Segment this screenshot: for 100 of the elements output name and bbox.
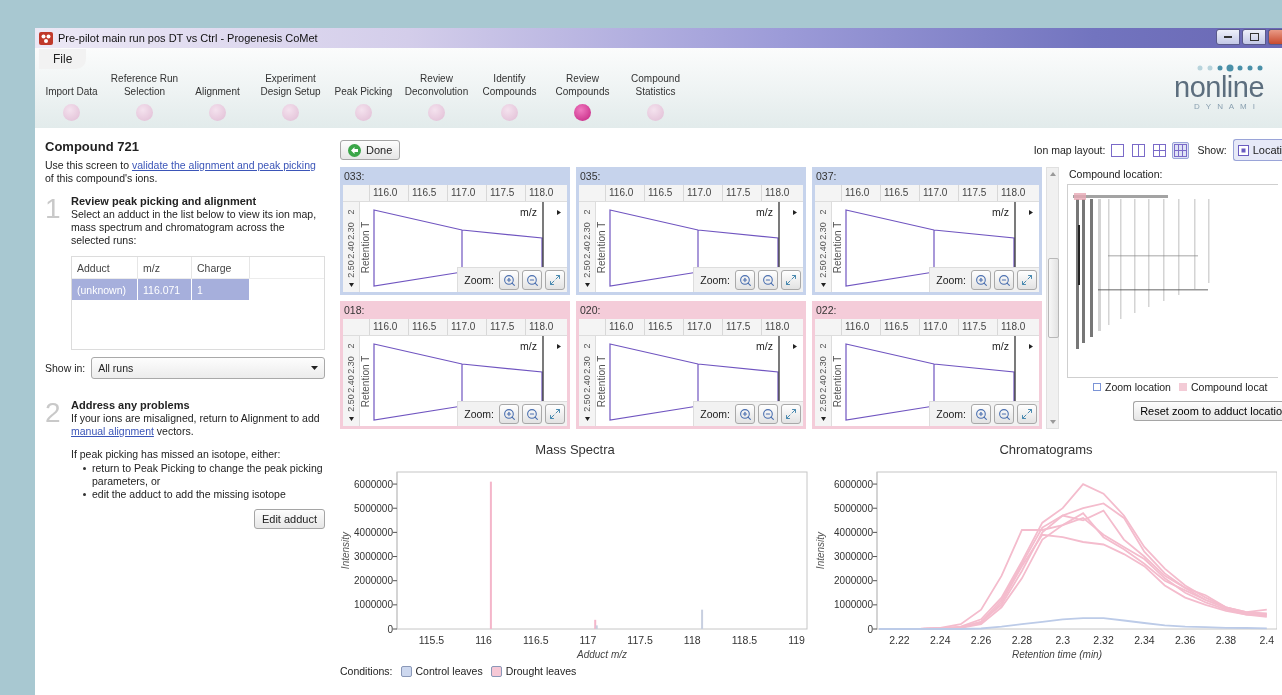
zoom-label: Zoom: — [936, 274, 966, 286]
axis-tick-label: 118 — [683, 634, 701, 646]
axis-tick-label: 116.0 — [369, 185, 408, 201]
axis-tick-label: 0 — [867, 623, 873, 635]
column-header: Adduct — [72, 257, 138, 278]
step-label: Import Data — [45, 85, 98, 98]
axis-tick-label: 2.30 — [818, 222, 828, 240]
zoom-label: Zoom: — [700, 408, 730, 420]
step-label: Compound Statistics — [631, 72, 680, 98]
axis-tick-label: 6000000 — [354, 478, 393, 490]
axis-tick-label: 116.5 — [408, 185, 447, 201]
section-text: Select an adduct in the list below to view its ion map, mass spectrum and chromatogram across the selected runs: — [71, 208, 318, 247]
axis-tick-label: 2 — [346, 209, 356, 215]
axis-tick-label: 2 — [346, 343, 356, 349]
axis-tick-label: 115.5 — [418, 634, 445, 646]
zoom-label: Zoom: — [700, 274, 730, 286]
panel-title: 037: — [815, 169, 838, 184]
axis-tick-label: 117.5 — [958, 185, 997, 201]
axis-tick-label: 2.40 — [582, 241, 592, 259]
axis-tick-label: 116.5 — [880, 319, 919, 335]
section-text: If your ions are misaligned, return to Alignment to add manual alignment vectors. — [71, 412, 321, 438]
axis-tick-label: 1000000 — [834, 599, 873, 611]
axis-tick-label: 118.5 — [731, 634, 758, 646]
zoom-label: Zoom: — [464, 408, 494, 420]
axis-tick-label: 3000000 — [354, 551, 393, 563]
axis-tick-label: 116.0 — [605, 319, 644, 335]
axis-label: Retention T — [596, 221, 608, 273]
axis-tick-label: 116.5 — [644, 185, 683, 201]
axis-tick-label: 2 — [818, 209, 828, 215]
axis-title: Adduct m/z — [577, 649, 627, 660]
axis-tick-label: 118.0 — [761, 319, 800, 335]
axis-tick-label: 117.0 — [683, 185, 722, 201]
axis-tick-label: 2.40 — [818, 375, 828, 393]
compound-title: Compound 721 — [45, 139, 140, 154]
axis-tick-label: 2000000 — [354, 575, 393, 587]
axis-tick-label: 6000000 — [834, 478, 873, 490]
logo-wordmark: nonline — [1174, 72, 1265, 102]
axis-tick-label: 117.5 — [627, 634, 653, 646]
axis-tick-label: 119 — [788, 634, 805, 646]
intro-text: Use this screen to validate the alignment and peak picking of this compound's ions. — [45, 159, 317, 185]
axis-tick-label: 117.0 — [447, 319, 486, 335]
table-cell: (unknown) — [72, 279, 138, 300]
column-header: m/z — [138, 257, 192, 278]
axis-tick-label: 117.0 — [919, 319, 958, 335]
axis-tick-label: 2.34 — [1134, 634, 1155, 646]
axis-label: Retention T — [596, 355, 608, 407]
axis-label: m/z — [756, 206, 773, 218]
column-header: Charge — [192, 257, 250, 278]
axis-tick-label: 116.5 — [523, 634, 549, 646]
axis-tick-label: 117.0 — [683, 319, 722, 335]
axis-tick-label: 2.36 — [1174, 634, 1196, 646]
step-label: Alignment — [195, 85, 240, 98]
axis-tick-label: 117.5 — [486, 185, 525, 201]
axis-tick-label: 116.0 — [605, 185, 644, 201]
step-label: Identify Compounds — [482, 72, 537, 98]
table-cell: 116.071 — [138, 279, 192, 300]
section-heading: Address any problems — [71, 399, 191, 411]
axis-tick-label: 117.0 — [919, 185, 958, 201]
legend-item: Zoom location — [1093, 381, 1171, 393]
axis-tick-label: 2.30 — [818, 356, 828, 374]
panel-title: 035: — [579, 169, 602, 184]
axis-tick-label: 2.50 — [582, 260, 592, 278]
axis-tick-label: 118.0 — [761, 185, 800, 201]
axis-tick-label: 2.4 — [1259, 634, 1275, 646]
axis-tick-label: 2 — [582, 209, 592, 215]
axis-label: Retention T — [360, 355, 372, 407]
axis-tick-label: 2.50 — [818, 394, 828, 412]
axis-tick-label: 2.24 — [930, 634, 951, 646]
chart-title: Mass Spectra — [535, 442, 615, 458]
axis-title: Intensity — [815, 531, 826, 570]
axis-tick-label: 117.0 — [447, 185, 486, 201]
axis-tick-label: 117.5 — [722, 185, 761, 201]
axis-tick-label: 4000000 — [354, 526, 393, 538]
zoom-label: Zoom: — [464, 274, 494, 286]
axis-tick-label: 1000000 — [354, 599, 393, 611]
axis-tick-label: 117 — [579, 634, 597, 646]
panel-title: 033: — [343, 169, 366, 184]
conditions-label: Conditions: — [340, 665, 393, 677]
axis-tick-label: 2.50 — [818, 260, 828, 278]
window-title: Pre-pilot main run pos DT vs Ctrl - Progenesis CoMet — [58, 32, 318, 44]
axis-tick-label: 117.5 — [958, 319, 997, 335]
table-cell: 1 — [192, 279, 250, 300]
step-label: Review Deconvolution — [404, 72, 469, 98]
step-label: Reference Run Selection — [110, 72, 179, 98]
axis-tick-label: 5000000 — [354, 502, 393, 514]
axis-tick-label: 2.32 — [1093, 634, 1114, 646]
axis-tick-label: 4000000 — [834, 526, 873, 538]
axis-tick-label: 116 — [475, 634, 492, 646]
axis-tick-label: 118.0 — [525, 319, 564, 335]
axis-tick-label: 2.50 — [346, 260, 356, 278]
axis-title: Retention time (min) — [1012, 649, 1102, 660]
axis-tick-label: 2.28 — [1011, 634, 1033, 646]
show-in-label: Show in: — [45, 362, 86, 374]
axis-tick-label: 2.30 — [346, 356, 356, 374]
axis-label: m/z — [756, 340, 773, 352]
axis-tick-label: 116.5 — [644, 319, 683, 335]
axis-tick-label: 2.50 — [582, 394, 592, 412]
axis-label: Retention T — [360, 221, 372, 273]
axis-tick-label: 118.0 — [997, 319, 1036, 335]
legend-item: Compound locat — [1178, 381, 1268, 393]
